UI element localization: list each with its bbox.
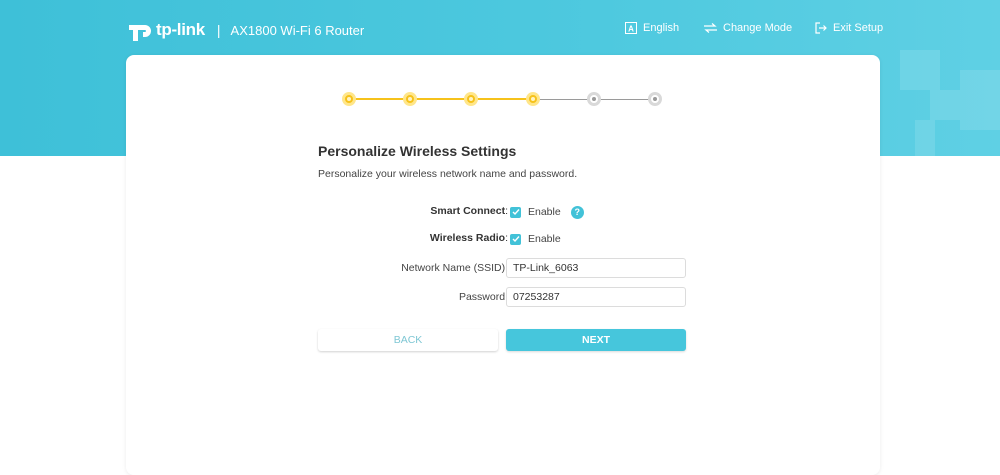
password-input[interactable]	[506, 287, 686, 307]
step-1	[342, 92, 356, 106]
step-2	[403, 92, 417, 106]
wireless-radio-enable-label: Enable	[528, 233, 561, 245]
step-5	[587, 92, 601, 106]
ssid-row: Network Name (SSID):	[318, 258, 718, 280]
router-model: AX1800 Wi-Fi 6 Router	[230, 22, 365, 38]
smart-connect-label: Smart Connect:	[430, 205, 508, 217]
setup-card: Personalize Wireless Settings Personaliz…	[126, 55, 880, 475]
change-mode-label: Change Mode	[723, 22, 793, 34]
check-icon	[512, 209, 520, 216]
language-selector[interactable]: A English	[625, 22, 679, 34]
step-6	[648, 92, 662, 106]
step-4	[526, 92, 540, 106]
language-label: English	[643, 22, 680, 34]
banner-decoration	[915, 120, 935, 156]
exit-icon	[815, 22, 827, 34]
stepper-line-done	[350, 98, 534, 100]
exit-setup-button[interactable]: Exit Setup	[815, 22, 883, 34]
wireless-radio-checkbox[interactable]	[510, 233, 521, 245]
smart-connect-checkbox[interactable]	[510, 206, 521, 218]
wireless-radio-control: Enable	[510, 228, 561, 250]
tp-link-logo-icon	[129, 25, 151, 41]
ssid-label: Network Name (SSID):	[401, 262, 508, 274]
page-subtitle: Personalize your wireless network name a…	[318, 168, 578, 180]
page-title: Personalize Wireless Settings	[318, 143, 517, 159]
svg-text:A: A	[628, 24, 634, 33]
top-header: tp-link | AX1800 Wi-Fi 6 Router A Englis…	[0, 0, 1000, 60]
step-3	[464, 92, 478, 106]
smart-connect-row: Smart Connect: Enable ?	[318, 201, 718, 223]
banner-decoration	[960, 70, 1000, 130]
banner-decoration	[930, 90, 960, 120]
password-label: Password:	[458, 291, 508, 303]
progress-stepper	[342, 91, 662, 107]
check-icon	[512, 236, 520, 243]
tp-link-logo: tp-link | AX1800 Wi-Fi 6 Router	[126, 16, 364, 44]
help-icon[interactable]: ?	[570, 205, 584, 219]
language-icon: A	[625, 22, 637, 34]
change-mode-icon	[704, 23, 717, 33]
wireless-radio-label: Wireless Radio:	[429, 232, 508, 244]
brand-name: tp-link	[156, 20, 205, 39]
ssid-input[interactable]	[506, 258, 686, 278]
wireless-radio-row: Wireless Radio: Enable	[318, 228, 718, 250]
back-button[interactable]: BACK	[318, 329, 498, 351]
header-separator: |	[216, 22, 221, 38]
password-row: Password:	[318, 287, 718, 309]
smart-connect-enable-label: Enable	[528, 206, 561, 218]
change-mode-button[interactable]: Change Mode	[704, 22, 792, 34]
exit-setup-label: Exit Setup	[833, 22, 884, 34]
next-button[interactable]: NEXT	[506, 329, 686, 351]
smart-connect-control: Enable ?	[510, 201, 584, 223]
